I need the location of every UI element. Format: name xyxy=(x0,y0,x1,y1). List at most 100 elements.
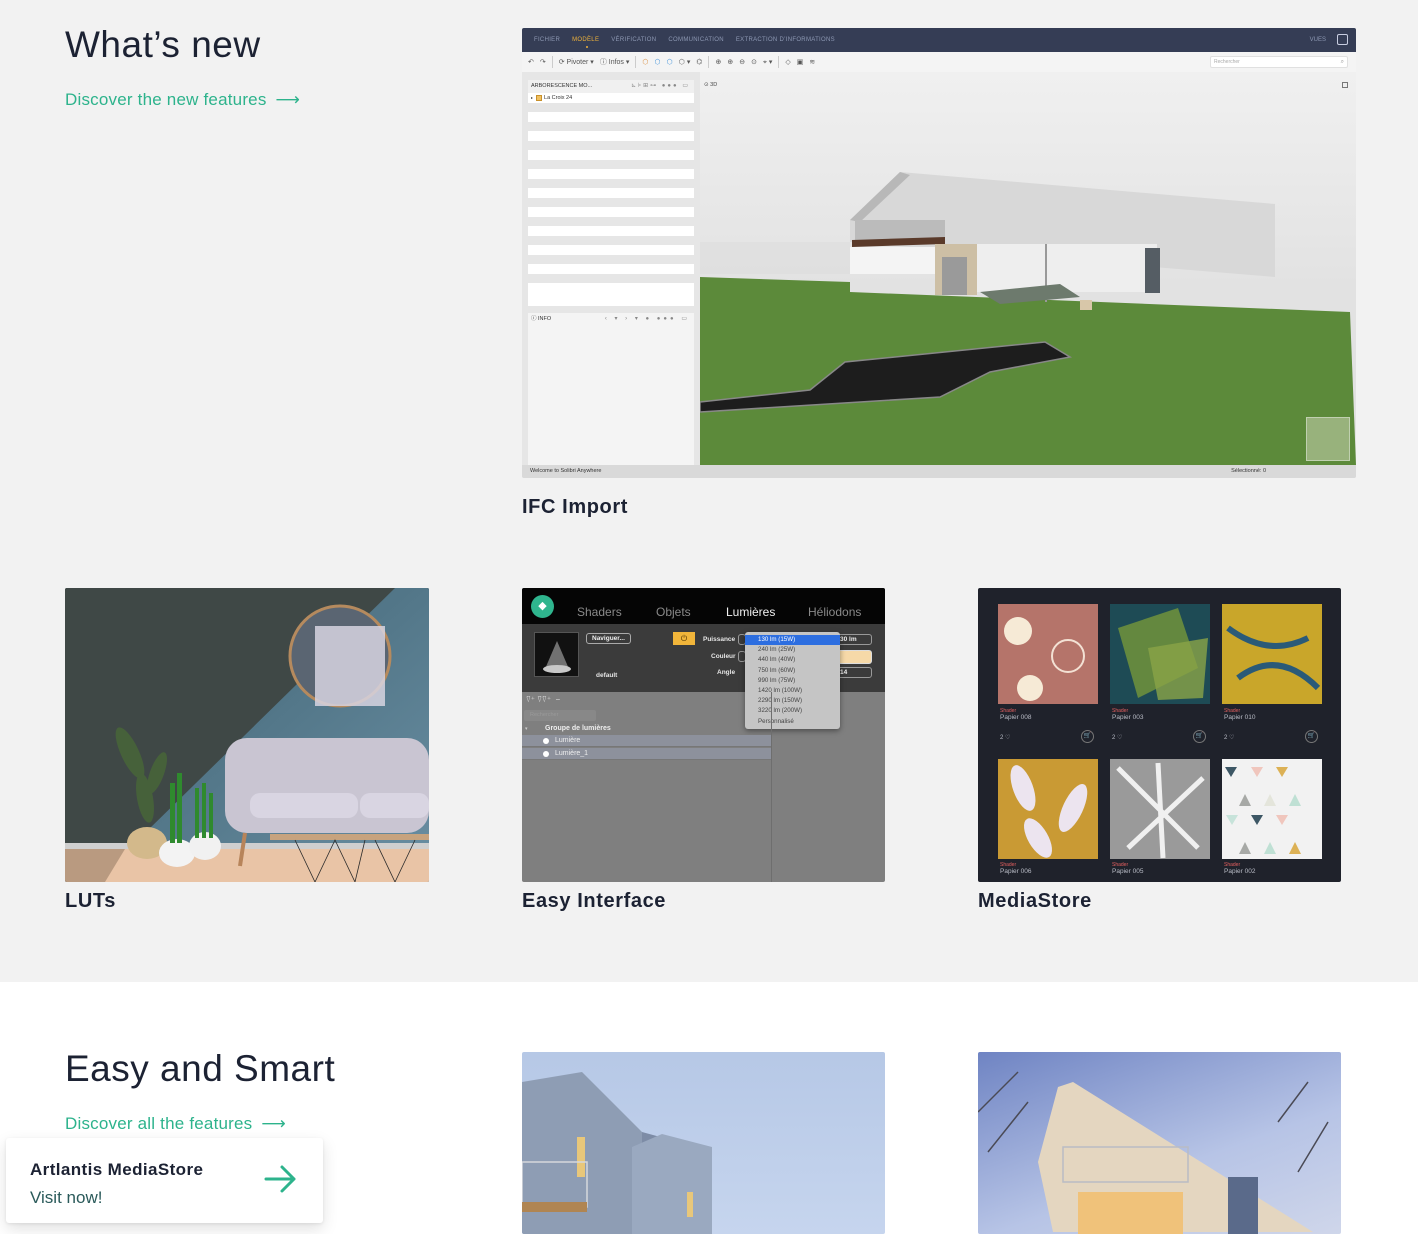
view-label: ⊙ 3D xyxy=(704,82,718,88)
menu-vues: VUES xyxy=(1309,37,1326,43)
light-preview xyxy=(534,632,579,677)
pan-icon: ⌖ ▾ xyxy=(762,58,773,66)
power-option: 130 lm (15W) xyxy=(745,635,840,646)
light-item: Lumière xyxy=(522,735,771,747)
3d-viewport: ⊙ 3D xyxy=(700,72,1356,465)
selection-count: Sélectionné: 0 xyxy=(1231,468,1266,474)
section-box-icon: ⌬ xyxy=(696,59,703,66)
light-dot-icon xyxy=(543,738,549,744)
tree-item: ▸ La Croix 24 xyxy=(531,94,573,101)
artlantis-logo-icon: ◆ xyxy=(531,595,554,618)
zoom-fit-icon: ⊕ xyxy=(715,59,722,66)
tree-empty-row xyxy=(528,273,694,283)
info-title: INFO xyxy=(538,316,552,322)
feature-caption-mediastore: MediaStore xyxy=(978,890,1092,912)
ifc-menubar: FICHIER MODÈLE VÉRIFICATION COMMUNICATIO… xyxy=(522,28,1356,52)
color-swatch xyxy=(836,650,872,664)
tree-empty-row xyxy=(528,112,694,122)
item-likes: 2 ♡ xyxy=(1112,735,1123,741)
color-label: Couleur xyxy=(711,653,736,660)
minimap xyxy=(1306,417,1350,461)
tree-tool-icons: ⊾⊧⊞⊶ ●●● ▭ xyxy=(630,83,690,89)
feature-caption-luts: LUTs xyxy=(65,890,116,912)
discover-new-features-link[interactable]: Discover the new features ⟶ xyxy=(65,90,300,110)
item-name: Papier 006 xyxy=(1000,868,1032,875)
promo-subtitle: Visit now! xyxy=(30,1188,103,1207)
tree-empty-row xyxy=(528,178,694,188)
angle-value: 14 xyxy=(836,667,872,678)
map-icon: ▣ xyxy=(796,59,804,66)
status-message: Welcome to Solibri Anywhere xyxy=(530,468,602,474)
luts-image[interactable] xyxy=(65,588,429,882)
tree-title: ARBORESCENCE MO... xyxy=(531,83,593,89)
tile-papier-010 xyxy=(1222,604,1322,704)
search-icon: ⌕ xyxy=(1340,59,1344,65)
mediastore-image[interactable]: Shader Papier 008 2 ♡ 🛒 Shader Papier 00… xyxy=(978,588,1341,882)
tab-shaders: Shaders xyxy=(577,605,622,619)
maximize-icon xyxy=(1342,82,1348,88)
mediastore-promo-card[interactable]: Artlantis MediaStore Visit now! xyxy=(6,1138,323,1223)
power-option: 440 lm (40W) xyxy=(758,656,796,664)
info-icon: ⓘ xyxy=(531,316,539,322)
layers-icon: ≋ xyxy=(809,59,816,66)
info-header: ⓘ INFO ‹ ▾ › ▾ ● ●●● ▭ xyxy=(528,313,694,326)
light-dot-icon xyxy=(543,751,549,757)
item-name: Papier 002 xyxy=(1224,868,1256,875)
cube-blue-icon: ⬡ xyxy=(666,59,673,66)
ifc-search-input: Rechercher ⌕ xyxy=(1210,56,1348,68)
tree-empty-row xyxy=(528,245,694,255)
angle-label: Angle xyxy=(717,669,736,676)
browse-button: Naviguer... xyxy=(586,633,631,644)
tree-empty-row xyxy=(528,169,694,179)
tab-lumieres: Lumières xyxy=(726,605,776,619)
cube-icon: ⬡ ▾ xyxy=(678,59,691,66)
easy-smart-title: Easy and Smart xyxy=(65,1048,336,1089)
promo-title: Artlantis MediaStore xyxy=(30,1160,204,1179)
tree-empty-row xyxy=(528,188,694,198)
ifc-statusbar: Welcome to Solibri Anywhere Sélectionné:… xyxy=(522,465,1356,478)
zoom-in-icon: ⊕ xyxy=(727,59,734,66)
discover-all-features-link[interactable]: Discover all the features ⟶ xyxy=(65,1114,286,1134)
cart-icon: 🛒 xyxy=(1305,730,1318,743)
cubes-icon: ⬡ xyxy=(642,59,649,66)
toolbar-divider xyxy=(708,56,710,68)
undo-icon: ↶ xyxy=(528,59,534,66)
building-photo-1[interactable] xyxy=(522,1052,885,1234)
arrow-right-icon xyxy=(264,1165,296,1193)
ifc-import-image[interactable]: FICHIER MODÈLE VÉRIFICATION COMMUNICATIO… xyxy=(522,28,1356,478)
toolbar-divider xyxy=(551,56,553,68)
tree-empty-row xyxy=(528,226,694,236)
lights-list-panel: ⍢⁺ ⍢⍢⁺ − Rechercher ▾ Groupe de lumières … xyxy=(522,692,885,882)
shader-tiles xyxy=(998,604,1322,859)
collapse-icon: ▾ xyxy=(525,726,528,732)
tree-empty-row xyxy=(528,159,694,169)
floor-plan-icon: ◇ xyxy=(785,59,791,66)
toolbar-divider xyxy=(778,56,780,68)
menu-extraction: EXTRACTION D’INFORMATIONS xyxy=(735,37,835,43)
whats-new-title: What’s new xyxy=(65,24,261,65)
power-option: 750 lm (60W) xyxy=(758,666,796,674)
tree-header: ARBORESCENCE MO... ⊾⊧⊞⊶ ●●● ▭ xyxy=(528,80,694,93)
apartment-building-render xyxy=(522,1072,712,1234)
menu-modele: MODÈLE xyxy=(572,37,600,48)
building-photo-2[interactable] xyxy=(978,1052,1341,1234)
tree-empty-row xyxy=(528,140,694,150)
info-tool-icons: ‹ ▾ › ▾ ● ●●● ▭ xyxy=(604,316,690,322)
link-label: Discover all the features xyxy=(65,1114,253,1133)
power-label: Puissance xyxy=(703,636,736,643)
menu-fichier: FICHIER xyxy=(534,37,561,43)
cart-icon: 🛒 xyxy=(1193,730,1206,743)
item-likes: 2 ♡ xyxy=(1224,735,1235,741)
item-name: Papier 010 xyxy=(1224,714,1256,721)
light-group: ▾ Groupe de lumières xyxy=(522,723,771,735)
easy-interface-image[interactable]: ◆ Shaders Objets Lumières Héliodons Navi… xyxy=(522,588,885,882)
tab-objets: Objets xyxy=(656,605,691,619)
cubes-select-icon: ⬡ xyxy=(654,59,661,66)
zoom-out-icon: ⊖ xyxy=(739,59,746,66)
power-toggle-icon: ⏻ xyxy=(673,632,695,645)
add-light-icons: ⍢⁺ ⍢⍢⁺ − xyxy=(526,695,561,704)
light-item: Lumière_1 xyxy=(522,748,771,760)
tree-empty-row xyxy=(528,216,694,226)
tile-papier-002 xyxy=(1222,759,1322,859)
arrow-right-icon: ⟶ xyxy=(275,90,301,109)
